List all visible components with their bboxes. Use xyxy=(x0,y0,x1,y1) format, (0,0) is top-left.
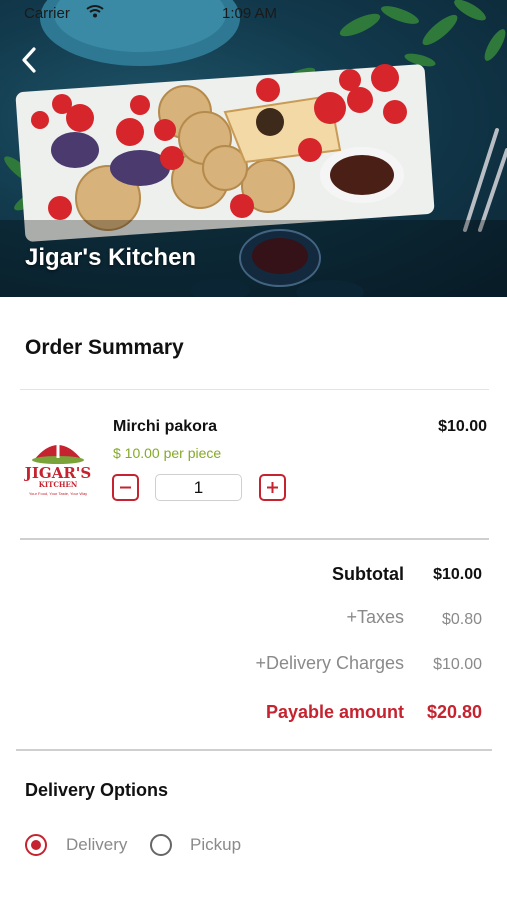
divider xyxy=(20,389,489,390)
clock-label: 1:09 AM xyxy=(222,5,278,22)
item-price: $10.00 xyxy=(438,418,487,435)
delivery-options-title: Delivery Options xyxy=(25,780,169,800)
subtotal-value: $10.00 xyxy=(433,566,482,583)
decrease-quantity-button[interactable] xyxy=(112,474,139,501)
plus-icon xyxy=(267,482,278,493)
taxes-value: $0.80 xyxy=(441,611,482,628)
delivery-option-label: Delivery xyxy=(66,835,128,854)
chevron-left-icon xyxy=(22,47,36,73)
flatbread-topping xyxy=(256,108,284,136)
item-unit-price: $ 10.00 per piece xyxy=(113,445,222,461)
pickup-option-label: Pickup xyxy=(190,835,242,854)
delivery-charges-value: $10.00 xyxy=(433,656,482,673)
minus-icon xyxy=(120,486,131,489)
svg-text:KITCHEN: KITCHEN xyxy=(39,480,78,489)
payable-amount-label: Payable amount xyxy=(265,702,404,722)
order-summary-title: Order Summary xyxy=(25,336,184,359)
item-name: Mirchi pakora xyxy=(113,418,218,435)
delivery-radio[interactable] xyxy=(25,834,47,856)
back-button[interactable] xyxy=(10,40,50,80)
quantity-field[interactable]: 1 xyxy=(155,474,242,501)
restaurant-title: Jigar's Kitchen xyxy=(25,244,197,271)
payable-amount-value: $20.80 xyxy=(426,702,482,722)
restaurant-logo: JIGAR'S KITCHEN Your Food, Your Taste, Y… xyxy=(23,434,92,500)
taxes-label: +Taxes xyxy=(346,607,404,627)
carrier-label: Carrier xyxy=(24,5,70,22)
hero-banner: Carrier 1:09 AM Jigar's Kitchen xyxy=(0,0,507,297)
divider xyxy=(20,538,489,540)
status-bar: Carrier 1:09 AM xyxy=(0,0,507,28)
jam xyxy=(330,155,394,195)
pickup-radio[interactable] xyxy=(150,834,172,856)
divider xyxy=(16,749,492,751)
svg-text:Your Food, Your Taste, Your Wa: Your Food, Your Taste, Your Way xyxy=(29,491,87,496)
increase-quantity-button[interactable] xyxy=(259,474,286,501)
subtotal-label: Subtotal xyxy=(332,564,404,584)
delivery-charges-label: +Delivery Charges xyxy=(255,653,404,673)
fork xyxy=(463,128,507,232)
